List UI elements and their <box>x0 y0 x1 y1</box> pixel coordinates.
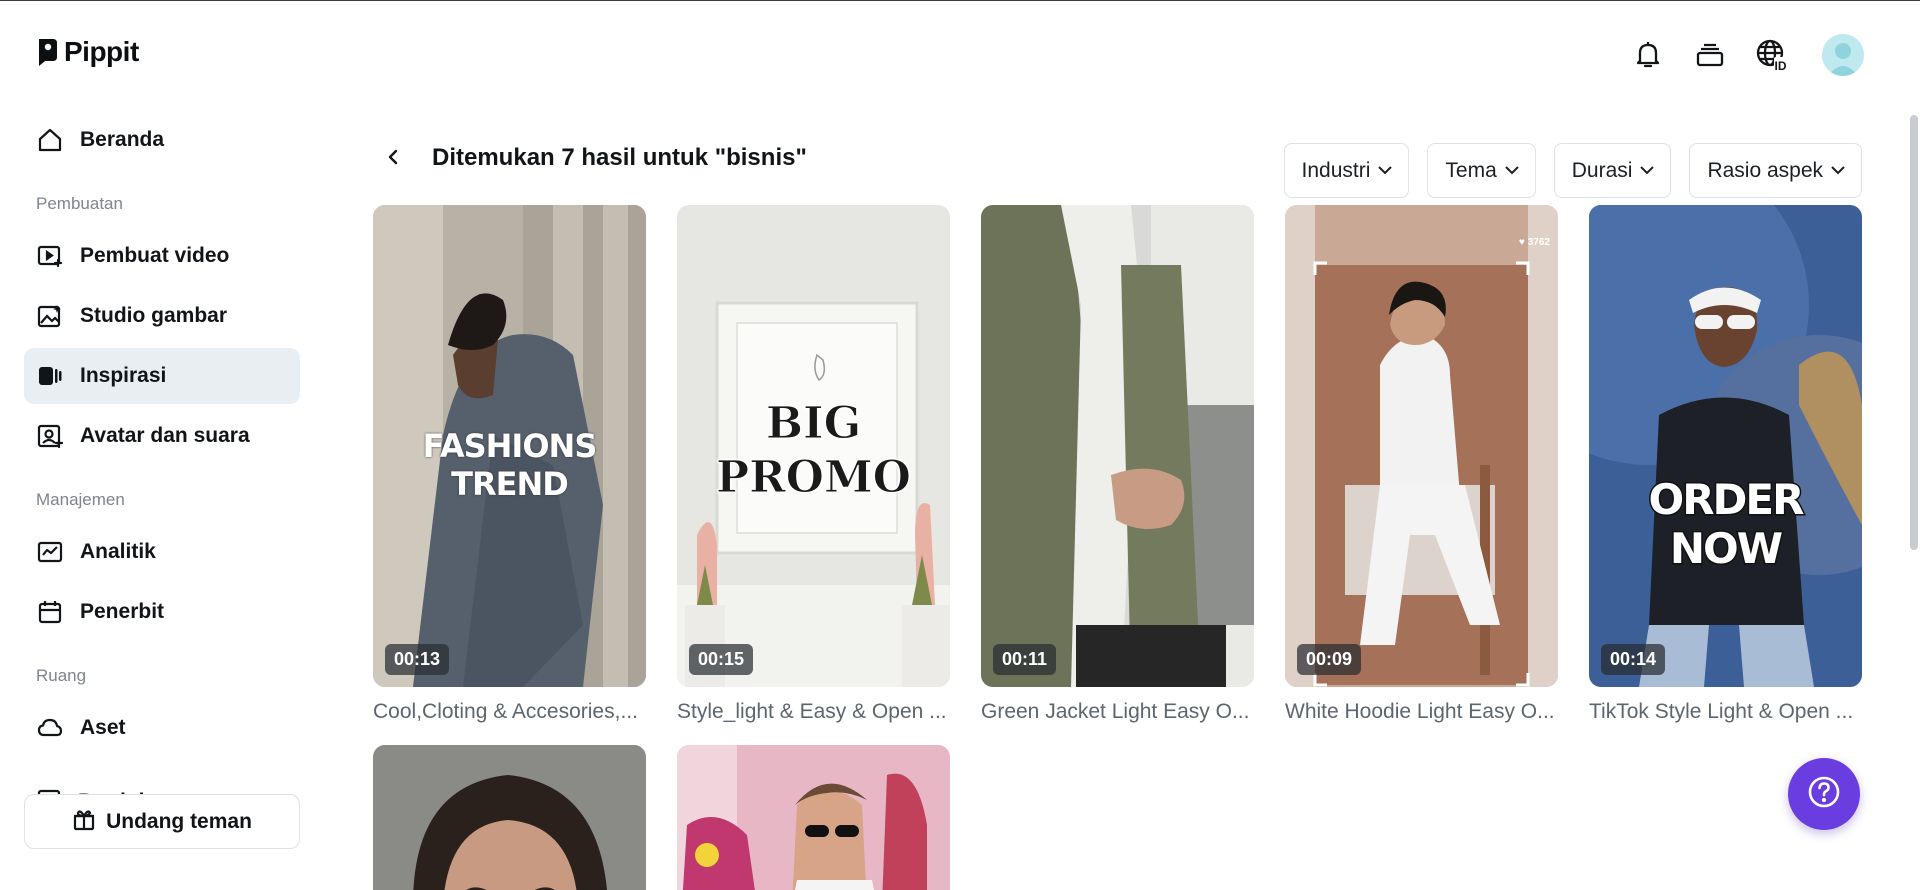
template-title[interactable]: Cool,Cloting & Accesories,... <box>373 700 646 724</box>
section-title-manajemen: Manajemen <box>36 490 125 509</box>
invite-friends-button[interactable]: Undang teman <box>24 794 300 849</box>
section-title-pembuatan: Pembuatan <box>36 194 123 213</box>
sidebar-item-avatar-dan-suara[interactable]: Avatar dan suara <box>24 408 300 464</box>
chevron-left-icon <box>385 149 401 170</box>
duration-badge: 00:14 <box>1601 644 1666 675</box>
template-title[interactable]: Style_light & Easy & Open ... <box>677 700 950 724</box>
logo-icon <box>36 37 58 67</box>
template-card[interactable]: 00:11 Green Jacket Light Easy O... <box>981 205 1254 724</box>
top-toolbar: ID <box>1628 34 1864 76</box>
overlay-line: BIG <box>765 398 862 450</box>
filter-bar: Industri Tema Durasi Rasio aspek <box>1283 143 1862 198</box>
duration-badge: 00:09 <box>1297 644 1362 675</box>
sidebar: Beranda Pembuatan Pembuat video Studio g… <box>24 112 300 760</box>
filter-label: Industri <box>1301 158 1371 182</box>
duration-badge: 00:15 <box>689 644 754 675</box>
video-overlay-text: BIG PROMO <box>677 397 950 505</box>
overlay-line: PROMO <box>715 452 911 504</box>
sidebar-item-penerbit[interactable]: Penerbit <box>24 584 300 640</box>
filter-label: Rasio aspek <box>1707 158 1823 182</box>
sidebar-item-studio-gambar[interactable]: Studio gambar <box>24 288 300 344</box>
video-thumbnail[interactable]: 00:11 <box>981 205 1254 687</box>
page-title: Ditemukan 7 hasil untuk "bisnis" <box>432 144 807 171</box>
filter-industri[interactable]: Industri <box>1283 143 1410 198</box>
video-thumbnail[interactable]: BIG PROMO 00:15 <box>677 205 950 687</box>
image-sparkle-icon <box>36 302 64 330</box>
calendar-icon <box>36 598 64 626</box>
template-title[interactable]: White Hoodie Light Easy O... <box>1285 700 1558 724</box>
notification-bell-icon[interactable] <box>1628 35 1668 75</box>
chevron-down-icon <box>1378 162 1393 180</box>
sidebar-item-label: Pembuat video <box>80 244 230 267</box>
gift-icon <box>72 807 96 836</box>
back-button[interactable] <box>380 146 406 172</box>
template-title[interactable]: Green Jacket Light Easy O... <box>981 700 1254 724</box>
filter-label: Tema <box>1445 158 1497 182</box>
video-thumbnail[interactable]: ORDER NOW 00:14 <box>1589 205 1862 687</box>
inspiration-icon <box>36 362 64 390</box>
invite-label: Undang teman <box>106 809 252 833</box>
chevron-down-icon <box>1831 162 1845 180</box>
home-icon <box>36 126 64 154</box>
likes-count: 3762 <box>1527 237 1550 248</box>
language-globe-icon[interactable]: ID <box>1752 35 1792 75</box>
template-title[interactable]: TikTok Style Light & Open ... <box>1589 700 1862 724</box>
help-icon <box>1806 774 1842 815</box>
likes-counter: ♥ 3762 <box>1519 237 1550 248</box>
sidebar-item-aset[interactable]: Aset <box>24 700 300 756</box>
template-card[interactable] <box>677 745 950 890</box>
user-avatar[interactable] <box>1822 34 1864 76</box>
section-title-ruang: Ruang <box>36 666 87 685</box>
video-overlay-text: ORDER NOW <box>1647 474 1806 575</box>
video-thumbnail[interactable]: FASHIONS TREND 00:13 <box>373 205 646 687</box>
app-name: Pippit <box>64 36 139 67</box>
video-thumbnail[interactable] <box>373 745 646 890</box>
template-card[interactable]: ORDER NOW 00:14 TikTok Style Light & Ope… <box>1589 205 1862 724</box>
analytics-icon <box>36 538 64 566</box>
sidebar-item-label: Studio gambar <box>80 304 228 327</box>
filter-tema[interactable]: Tema <box>1427 143 1536 198</box>
filter-rasio-aspek[interactable]: Rasio aspek <box>1689 143 1862 198</box>
video-thumbnail[interactable]: ♥ 3762 00:09 <box>1285 205 1558 687</box>
sidebar-item-label: Inspirasi <box>80 364 167 387</box>
duration-badge: 00:13 <box>385 644 450 675</box>
template-card[interactable]: BIG PROMO 00:15 Style_light & Easy & Ope… <box>677 205 950 724</box>
sidebar-item-analitik[interactable]: Analitik <box>24 524 300 580</box>
sidebar-item-beranda[interactable]: Beranda <box>24 112 300 168</box>
filter-label: Durasi <box>1571 158 1633 182</box>
template-card[interactable]: ♥ 3762 00:09 White Hoodie Light Easy O... <box>1285 205 1558 724</box>
chevron-down-icon <box>1640 162 1655 180</box>
cloud-icon <box>36 714 64 742</box>
chevron-down-icon <box>1505 162 1519 180</box>
sidebar-item-pembuat-video[interactable]: Pembuat video <box>24 228 300 284</box>
sidebar-item-inspirasi[interactable]: Inspirasi <box>24 348 300 404</box>
video-overlay-text: FASHIONS TREND <box>422 427 598 503</box>
video-icon <box>36 242 64 270</box>
template-card[interactable] <box>373 745 646 890</box>
sidebar-item-label: Analitik <box>80 540 156 563</box>
help-button[interactable] <box>1788 758 1860 830</box>
window-top-border <box>0 0 1920 1</box>
scrollbar-thumb[interactable] <box>1910 115 1918 550</box>
avatar-icon <box>36 422 64 450</box>
credits-icon[interactable] <box>1690 35 1730 75</box>
app-logo[interactable]: Pippit <box>36 36 139 68</box>
video-thumbnail[interactable] <box>677 745 950 890</box>
svg-text:ID: ID <box>1775 59 1787 73</box>
sidebar-item-label: Beranda <box>80 128 165 151</box>
sidebar-item-label: Aset <box>80 716 126 739</box>
heart-icon: ♥ <box>1518 237 1525 248</box>
sidebar-item-label: Avatar dan suara <box>80 424 250 447</box>
sidebar-item-label: Penerbit <box>80 600 165 623</box>
template-card[interactable]: FASHIONS TREND 00:13 Cool,Cloting & Acce… <box>373 205 646 724</box>
duration-badge: 00:11 <box>993 644 1057 675</box>
filter-durasi[interactable]: Durasi <box>1553 143 1672 198</box>
